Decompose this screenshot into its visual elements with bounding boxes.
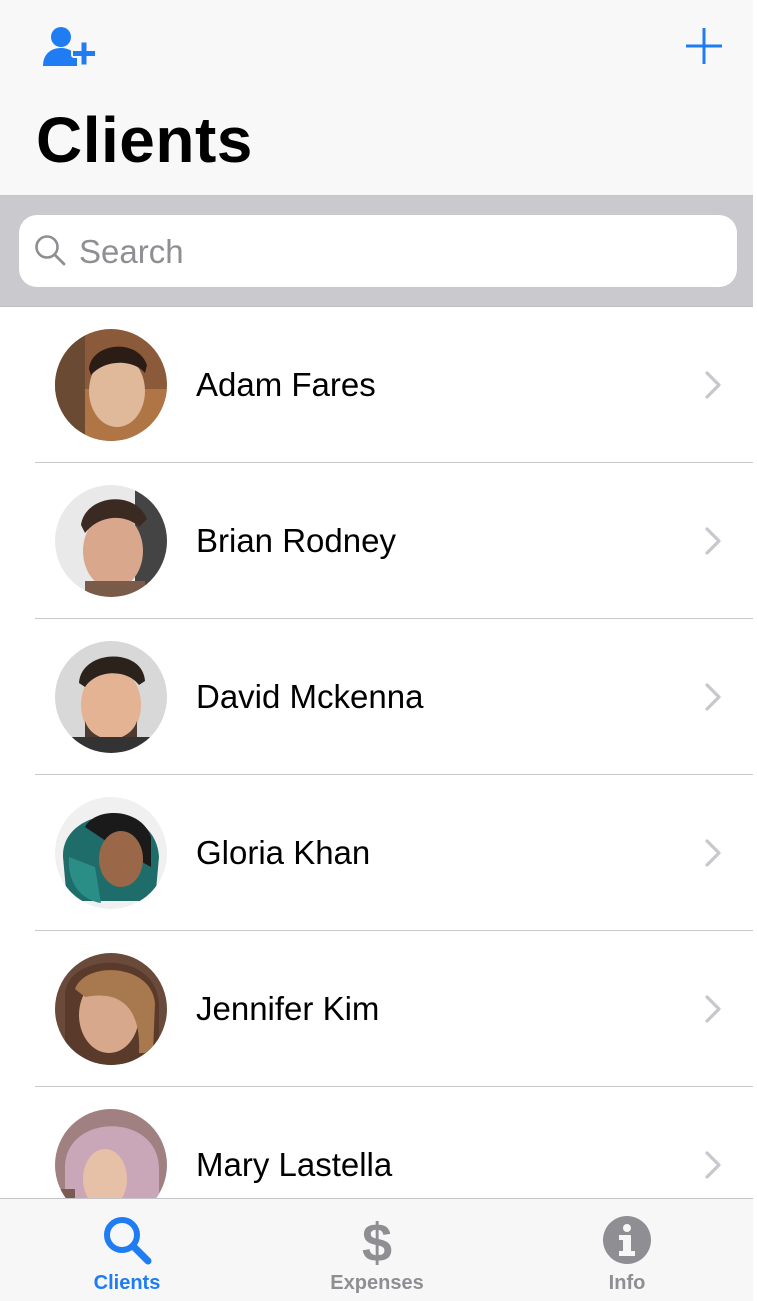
client-name: Jennifer Kim [196, 990, 380, 1027]
avatar [55, 329, 167, 441]
add-client-button[interactable] [42, 26, 98, 68]
avatar [55, 485, 167, 597]
tab-info[interactable]: Info [502, 1199, 752, 1301]
client-name: Mary Lastella [196, 1146, 393, 1183]
person-add-icon [43, 27, 97, 67]
client-row[interactable]: Adam Fares [0, 307, 753, 463]
chevron-right-icon [705, 371, 721, 399]
client-row[interactable]: Brian Rodney [0, 463, 753, 619]
client-row[interactable]: Mary Lastella [0, 1087, 753, 1199]
avatar [55, 797, 167, 909]
client-name: Adam Fares [196, 366, 376, 403]
client-name: David Mckenna [196, 678, 424, 715]
avatar [55, 641, 167, 753]
client-row[interactable]: Jennifer Kim [0, 931, 753, 1087]
search-icon [104, 1217, 152, 1265]
chevron-right-icon [705, 995, 721, 1023]
plus-icon [686, 28, 722, 64]
tab-bar: Clients $ Expenses Info [0, 1198, 753, 1301]
client-row[interactable]: Gloria Khan [0, 775, 753, 931]
search-bar [0, 196, 753, 307]
tab-label: Info [608, 1272, 646, 1294]
chevron-right-icon [705, 683, 721, 711]
svg-text:$: $ [362, 1213, 392, 1267]
search-field[interactable] [19, 215, 737, 289]
search-input[interactable] [77, 215, 721, 289]
avatar [55, 953, 167, 1065]
tab-clients[interactable]: Clients [2, 1199, 252, 1301]
page-title: Clients [36, 104, 253, 176]
dollar-icon: $ [362, 1213, 392, 1267]
tab-expenses[interactable]: $ Expenses [252, 1199, 502, 1301]
client-row[interactable]: David Mckenna [0, 619, 753, 775]
client-list: Adam Fares Brian Rodney David Mckenna Gl… [0, 307, 753, 1199]
navigation-header: Clients [0, 0, 753, 196]
chevron-right-icon [705, 527, 721, 555]
chevron-right-icon [705, 1151, 721, 1179]
info-icon [603, 1216, 651, 1264]
client-name: Brian Rodney [196, 522, 396, 559]
tab-label: Expenses [330, 1272, 424, 1294]
tab-label: Clients [93, 1272, 161, 1294]
new-button[interactable] [684, 26, 724, 66]
chevron-right-icon [705, 839, 721, 867]
avatar [55, 1109, 167, 1199]
client-name: Gloria Khan [196, 834, 371, 871]
search-icon [35, 235, 66, 266]
